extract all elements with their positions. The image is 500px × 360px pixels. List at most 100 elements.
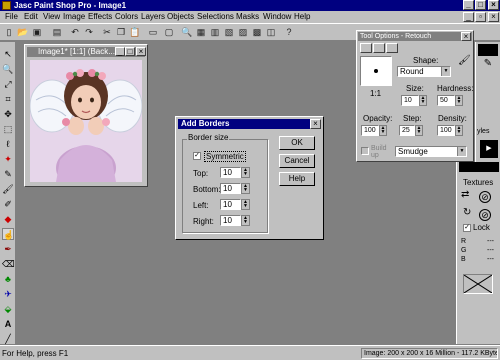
toggle-toolbar-icon[interactable]: ▦ — [195, 27, 207, 38]
image-window[interactable]: Image1* [1:1] (Back... _ □ × — [24, 44, 148, 187]
swap-textures-icon[interactable]: ↻ — [463, 207, 471, 218]
toggle-layer-palette-icon[interactable]: ▨ — [237, 27, 249, 38]
crop-tool-icon[interactable]: ⌗ — [2, 93, 14, 105]
image-maximize-button[interactable]: □ — [125, 47, 135, 56]
zoom-tool-icon[interactable]: 🔍 — [2, 63, 14, 75]
image-close-button[interactable]: × — [136, 47, 146, 56]
menu-colors[interactable]: Colors — [115, 12, 138, 22]
scratch-remover-icon[interactable]: ✒ — [2, 243, 14, 255]
ok-button[interactable]: OK — [279, 136, 315, 150]
right-spinner[interactable]: ▲ ▼ — [241, 215, 250, 226]
build-up-checkbox[interactable] — [361, 147, 369, 155]
close-button[interactable]: × — [488, 0, 499, 10]
background-style-swatch[interactable] — [459, 162, 499, 172]
cancel-button[interactable]: Cancel — [279, 154, 315, 168]
hardness-input[interactable]: 50 — [437, 95, 455, 106]
menu-image[interactable]: Image — [63, 12, 85, 22]
no-texture-icon-2[interactable]: ⊘ — [479, 209, 491, 221]
left-spinner[interactable]: ▲ ▼ — [241, 199, 250, 210]
menu-file[interactable]: File — [5, 12, 18, 22]
shape-dropdown-icon[interactable]: ▼ — [441, 67, 450, 76]
right-input[interactable]: 10 — [220, 215, 241, 226]
save-icon[interactable]: ▣ — [31, 27, 43, 38]
image-minimize-button[interactable]: _ — [115, 47, 125, 56]
swap-colors-icon[interactable]: ⇄ — [461, 189, 475, 203]
no-texture-icon[interactable]: ⊘ — [479, 191, 491, 203]
deform-tool-icon[interactable]: ⤢ — [2, 78, 14, 90]
size-spinner[interactable]: ▲ ▼ — [419, 95, 427, 106]
dropper-tool-icon[interactable]: ✎ — [2, 168, 14, 180]
copy-icon[interactable]: ❐ — [115, 27, 127, 38]
toggle-histogram-icon[interactable]: ▧ — [223, 27, 235, 38]
step-input[interactable]: 25 — [399, 125, 415, 136]
hardness-spinner[interactable]: ▲ ▼ — [455, 95, 463, 106]
paste-icon[interactable]: 📋 — [129, 27, 141, 38]
full-screen-icon[interactable]: ▢ — [163, 27, 175, 38]
undo-icon[interactable]: ↶ — [69, 27, 81, 38]
menu-selections[interactable]: Selections — [197, 12, 234, 22]
toggle-overview-icon[interactable]: ▩ — [251, 27, 263, 38]
flood-fill-icon[interactable]: ⬙ — [2, 303, 14, 315]
retouch-mode-select[interactable]: Smudge ▼ — [395, 146, 467, 157]
magic-wand-icon[interactable]: ✦ — [2, 153, 14, 165]
image-canvas[interactable] — [30, 60, 142, 182]
maximize-button[interactable]: □ — [475, 0, 486, 10]
retouch-tool-icon[interactable]: ☝ — [2, 228, 14, 240]
bottom-spinner[interactable]: ▲ ▼ — [241, 183, 250, 194]
left-input[interactable]: 10 — [220, 199, 241, 210]
menu-masks[interactable]: Masks — [236, 12, 259, 22]
brush-options-icon[interactable]: 🖌 — [458, 55, 471, 66]
paintbrush-tool-icon[interactable]: 🖌 — [2, 183, 14, 195]
menu-view[interactable]: View — [43, 12, 60, 22]
menu-effects[interactable]: Effects — [88, 12, 112, 22]
scan-icon[interactable]: ▤ — [51, 27, 63, 38]
density-input[interactable]: 100 — [437, 125, 455, 136]
lock-checkbox[interactable]: ✓ — [463, 224, 471, 232]
step-spinner[interactable]: ▲ ▼ — [415, 125, 423, 136]
opacity-input[interactable]: 100 — [361, 125, 379, 136]
eraser-tool-icon[interactable]: ⌫ — [2, 258, 15, 270]
draw-tool-icon[interactable]: ╱ — [2, 333, 14, 345]
zoom-icon[interactable]: 🔍 — [181, 27, 193, 38]
doc-close-button[interactable]: × — [488, 12, 499, 22]
retouch-mode-dropdown-icon[interactable]: ▼ — [457, 147, 466, 156]
size-input[interactable]: 10 — [401, 95, 419, 106]
open-file-icon[interactable]: 📂 — [17, 27, 29, 38]
doc-restore-button[interactable]: ▫ — [475, 12, 486, 22]
symmetric-label[interactable]: Symmetric — [204, 151, 246, 162]
dialog-close-button[interactable]: × — [310, 119, 321, 129]
toggle-style-bar-icon[interactable]: ▥ — [209, 27, 221, 38]
color-swatch-black[interactable] — [478, 44, 498, 56]
freehand-tool-icon[interactable]: ℓ — [2, 138, 14, 150]
dropper-icon[interactable]: ✎ — [480, 58, 496, 72]
new-file-icon[interactable]: ▯ — [3, 27, 15, 38]
paper-tab-icon[interactable] — [373, 43, 385, 53]
arrow-tool-icon[interactable]: ↖ — [2, 48, 14, 60]
airbrush-icon[interactable]: ✈ — [2, 288, 14, 300]
symmetric-checkbox[interactable]: ✓ — [193, 152, 201, 160]
opacity-spinner[interactable]: ▲ ▼ — [379, 125, 387, 136]
menu-objects[interactable]: Objects — [167, 12, 194, 22]
tool-options-close-button[interactable]: × — [461, 32, 471, 41]
top-spinner[interactable]: ▲ ▼ — [241, 167, 250, 178]
density-spinner[interactable]: ▲ ▼ — [455, 125, 463, 136]
text-tool-icon[interactable]: A — [2, 318, 14, 330]
menu-layers[interactable]: Layers — [141, 12, 165, 22]
minimize-button[interactable]: _ — [463, 0, 474, 10]
foreground-style-swatch[interactable]: ▶ — [480, 140, 498, 158]
mover-tool-icon[interactable]: ✥ — [2, 108, 14, 120]
clone-brush-icon[interactable]: ✐ — [2, 198, 14, 210]
selection-tool-icon[interactable]: ⬚ — [2, 123, 14, 135]
menu-help[interactable]: Help — [294, 12, 310, 22]
print-icon[interactable]: ▭ — [147, 27, 159, 38]
dialog-title-bar[interactable]: Add Borders — [178, 119, 321, 129]
help-button[interactable]: Help — [279, 172, 315, 186]
help-icon[interactable]: ? — [283, 27, 295, 38]
bottom-input[interactable]: 10 — [220, 183, 241, 194]
doc-minimize-button[interactable]: _ — [463, 12, 474, 22]
tool-options-title-bar[interactable]: Tool Options - Retouch — [358, 32, 472, 41]
toggle-tool-options-icon[interactable]: ◫ — [265, 27, 277, 38]
shape-select[interactable]: Round ▼ — [397, 66, 451, 77]
picture-tube-icon[interactable]: ♣ — [2, 273, 14, 285]
color-replacer-icon[interactable]: ◆ — [2, 213, 14, 225]
